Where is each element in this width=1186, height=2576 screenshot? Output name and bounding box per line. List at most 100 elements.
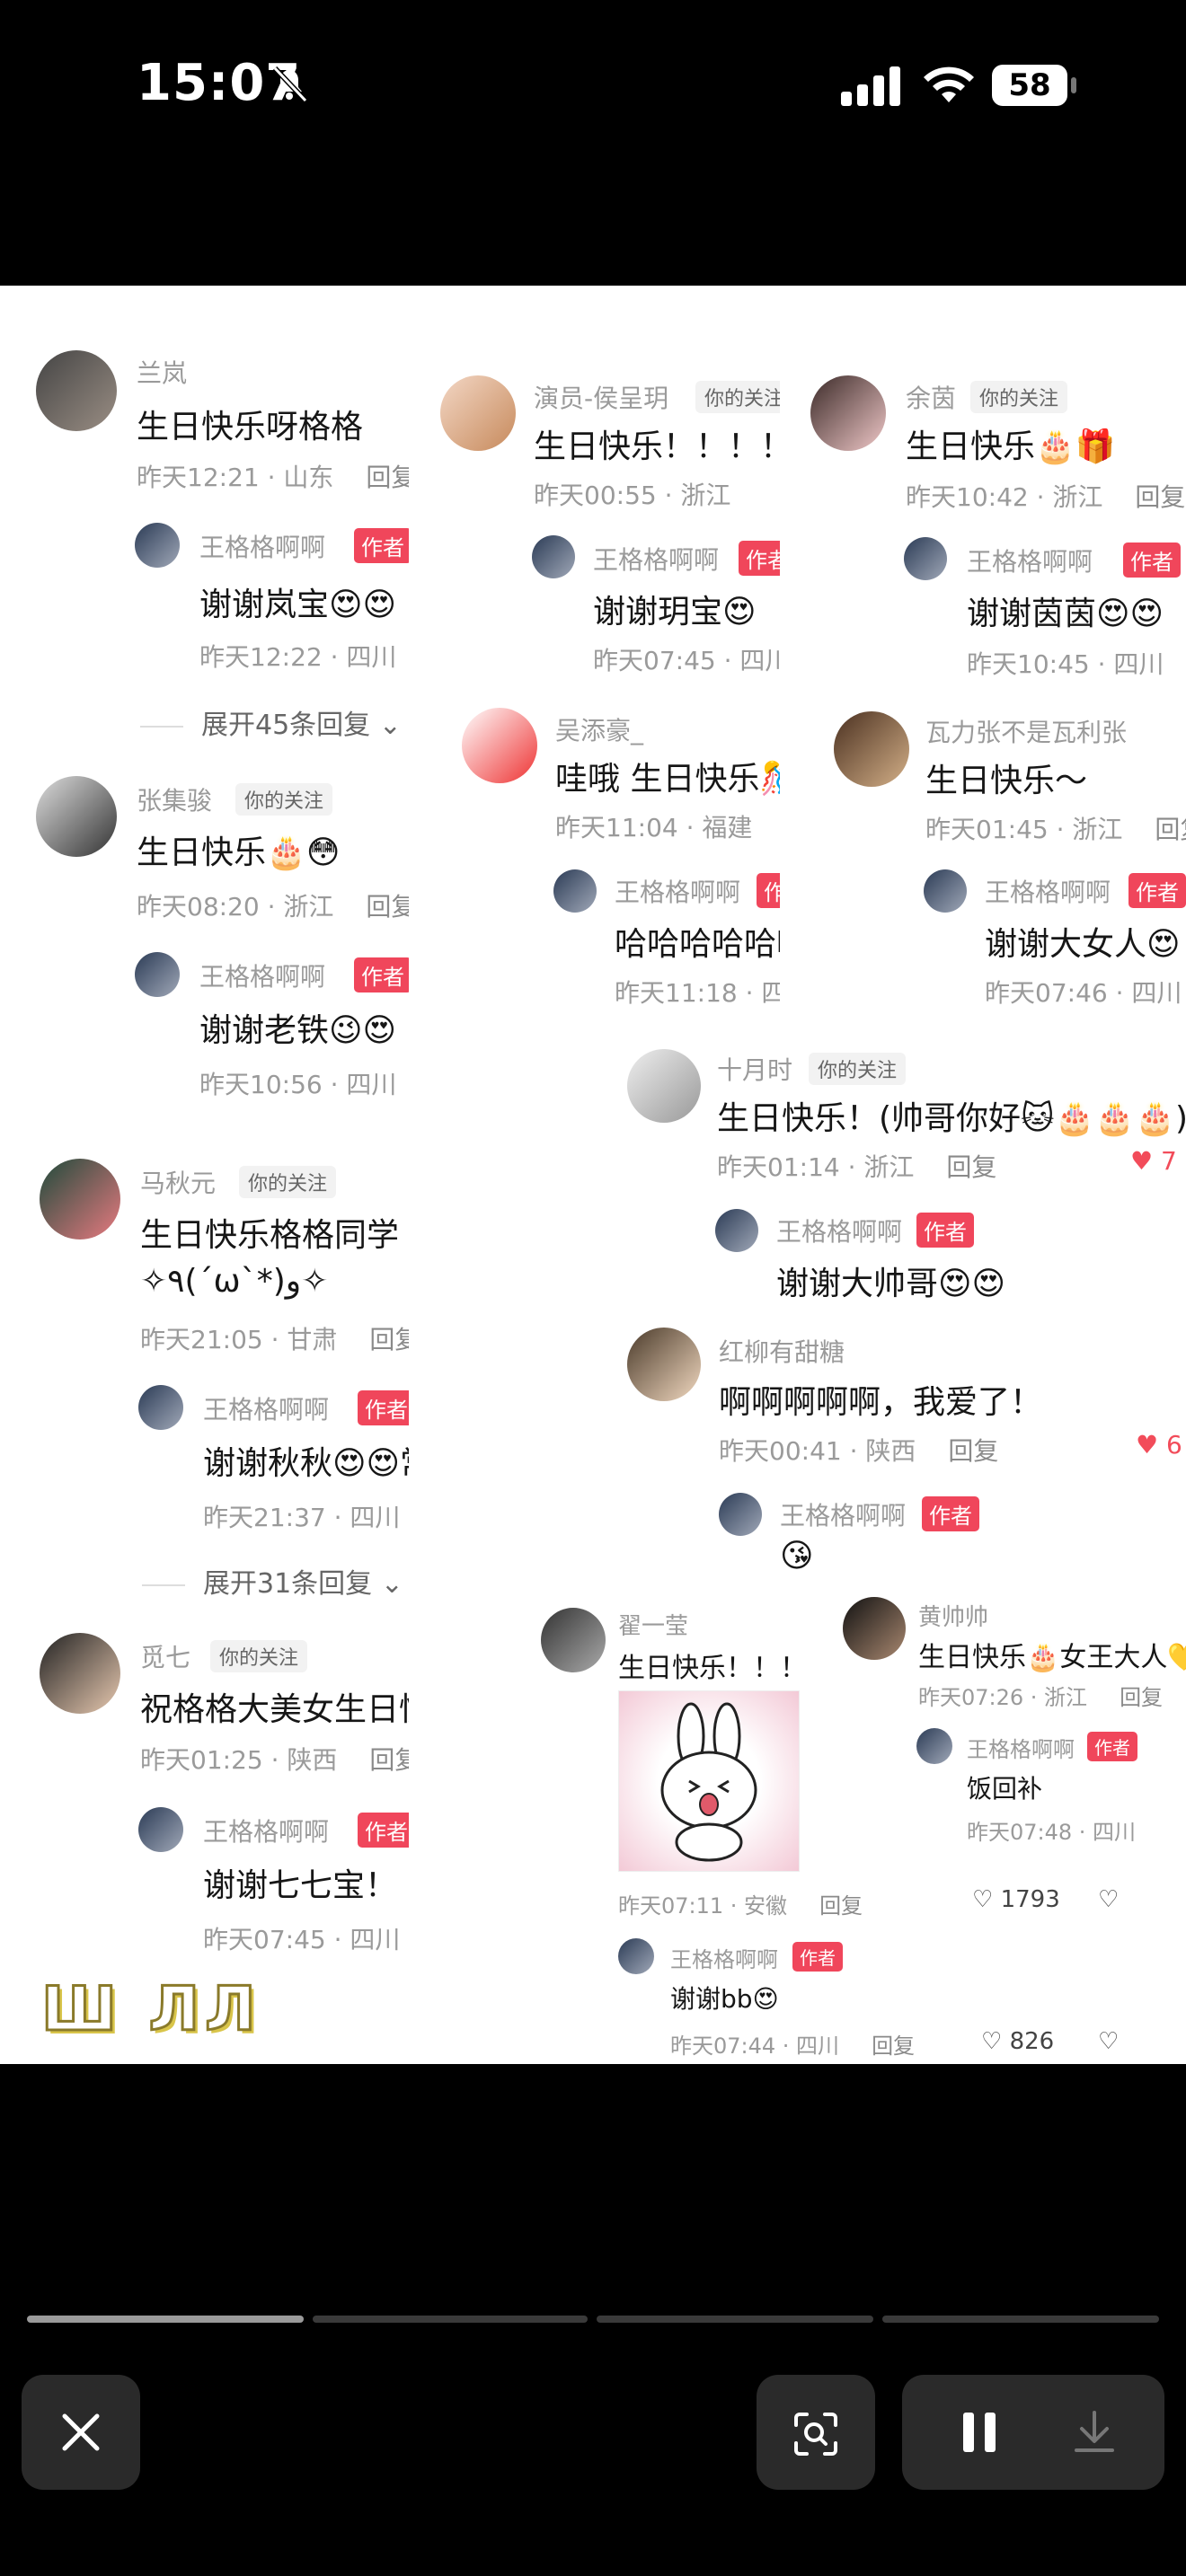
like-count[interactable]: ♥ 7 <box>1130 1146 1177 1176</box>
avatar <box>627 1328 701 1401</box>
close-icon <box>62 2413 100 2451</box>
reply-meta: 昨天07:46 · 四川 <box>985 978 1182 1008</box>
avatar <box>924 869 967 913</box>
dislike-icon[interactable]: ♡ <box>1098 2028 1119 2055</box>
commenter-name: 张集骏 <box>137 786 213 816</box>
author-badge: 作者 <box>354 528 409 563</box>
avatar <box>36 350 117 431</box>
avatar <box>36 776 117 857</box>
comment-meta: 昨天12:21 · 山东 回复 <box>137 463 409 492</box>
expand-replies-link[interactable]: 展开31条回复 ⌄ <box>142 1561 403 1601</box>
comment-meta: 昨天08:20 · 浙江 回复 <box>137 892 409 922</box>
like-count[interactable]: ♥ 6 <box>1136 1430 1182 1460</box>
avatar <box>810 375 886 451</box>
reply-text: 谢谢大帅哥😍😍 <box>776 1266 1006 1302</box>
comment-text: 生日快乐🎂女王大人💛 <box>918 1642 1186 1673</box>
reply-text: 谢谢七七宝！ 😍😍 <box>203 1867 409 1904</box>
pause-button[interactable] <box>960 2411 999 2454</box>
comment-meta: 昨天11:04 · 福建 <box>555 813 753 842</box>
avatar <box>135 523 180 568</box>
reply-meta: 昨天11:18 · 四川 <box>615 978 780 1008</box>
avatar <box>40 1159 120 1239</box>
scan-search-icon <box>794 2413 837 2456</box>
reply-text: 谢谢bb😍 <box>670 1984 779 2014</box>
comment-text: 生日快乐～ <box>925 763 1088 799</box>
comment-meta: 昨天00:41 · 陕西 回复 <box>719 1436 999 1466</box>
commenter-name: 瓦力张不是瓦利张 <box>925 718 1128 747</box>
silent-mode-icon <box>272 66 308 103</box>
reply-author-name: 王格格啊啊 <box>593 545 720 575</box>
commenter-name: 觅七 <box>140 1643 191 1672</box>
author-badge: 作者 <box>358 1390 409 1425</box>
author-badge: 作者 <box>757 873 780 908</box>
author-badge: 作者 <box>1087 1732 1137 1761</box>
reply-text: 哈哈哈哈哈哈 <box>615 926 780 963</box>
avatar <box>135 952 180 997</box>
battery-level: 58 <box>992 65 1067 106</box>
comment-text: 生日快乐🎂🎁 <box>906 428 1116 465</box>
comment-text: 生日快乐格格同学 越来越好🎂 <box>140 1217 409 1254</box>
reply-meta: 昨天07:45 · 四川 <box>593 646 780 675</box>
avatar <box>541 1608 606 1672</box>
comment-meta: 昨天01:25 · 陕西 回复 <box>140 1745 409 1775</box>
like-button[interactable]: ♡ 826 <box>981 2028 1054 2055</box>
author-badge: 作者 <box>739 541 780 576</box>
follow-tag: 你的关注 <box>210 1640 308 1672</box>
comment-meta: 昨天07:26 · 浙江 回复 <box>918 1685 1164 1710</box>
story-progress-segment-3 <box>597 2316 873 2323</box>
playback-controls <box>902 2375 1164 2490</box>
author-badge: 作者 <box>354 957 409 992</box>
comment-column-middle: 演员-侯呈玥 你的关注 生日快乐！！！！ 昨天00:55 · 浙江 王格格啊啊 … <box>431 286 780 1040</box>
comment-column-left: 兰岚 生日快乐呀格格 昨天12:21 · 山东 回复 王格格啊啊 作者 谢谢岚宝😍… <box>0 286 409 2064</box>
reply-text: 谢谢秋秋😍😍常见❤️ <box>203 1445 409 1482</box>
commenter-name: 红柳有甜糖 <box>719 1337 845 1367</box>
reply-author-name: 王格格啊啊 <box>203 1817 330 1847</box>
author-badge: 作者 <box>1123 543 1181 578</box>
commenter-name: 余茵 <box>906 384 957 413</box>
avatar <box>138 1385 183 1430</box>
close-button[interactable] <box>22 2375 140 2490</box>
reply-author-name: 王格格啊啊 <box>199 533 326 562</box>
comment-meta: 昨天01:45 · 浙江回复 <box>925 815 1186 844</box>
reply-text: 谢谢茵茵😍😍 <box>967 595 1164 632</box>
avatar <box>40 1633 120 1714</box>
rabbit-sticker-image <box>618 1690 800 1872</box>
battery-icon: 58 <box>992 65 1078 106</box>
reply-author-name: 王格格啊啊 <box>670 1947 778 1972</box>
avatar <box>843 1597 906 1660</box>
comment-meta: 昨天07:11 · 安徽 回复 <box>618 1893 863 1919</box>
reply-author-name: 王格格啊啊 <box>199 962 326 992</box>
reply-author-name: 王格格啊啊 <box>967 1737 1075 1762</box>
commenter-name: 演员-侯呈玥 <box>534 384 669 413</box>
author-badge: 作者 <box>916 1213 974 1248</box>
avatar <box>553 869 597 913</box>
dislike-icon[interactable]: ♡ <box>1098 1886 1119 1913</box>
follow-tag: 你的关注 <box>239 1166 337 1198</box>
commenter-name: 十月时 <box>717 1055 793 1085</box>
comment-text: 生日快乐！！！ <box>618 1653 807 1684</box>
sticker-overlay-text: Ш ЛЛ <box>40 1973 261 2047</box>
avatar <box>618 1938 654 1974</box>
follow-tag: 你的关注 <box>695 381 780 413</box>
story-progress-segment-4 <box>882 2316 1159 2323</box>
expand-replies-link[interactable]: 展开45条回复 ⌄ <box>140 702 402 742</box>
comments-screenshot-image: 兰岚 生日快乐呀格格 昨天12:21 · 山东 回复 王格格啊啊 作者 谢谢岚宝😍… <box>0 286 1186 2064</box>
comment-block-lower: 翟一莹 生日快乐！！！ 昨天07:11 · 安徽 回复 ♡ 1793 ♡ 王格格啊… <box>530 1579 1186 2064</box>
wifi-icon <box>924 66 974 102</box>
author-badge: 作者 <box>922 1496 979 1531</box>
avatar <box>462 708 537 783</box>
avatar <box>916 1728 952 1764</box>
comment-text: 啊啊啊啊啊，我爱了！ <box>719 1384 1043 1421</box>
author-badge: 作者 <box>358 1813 409 1848</box>
reply-meta: 昨天10:45 · 四川 <box>967 649 1164 679</box>
comment-text: 生日快乐！(帅哥你好🐱🎂🎂🎂) <box>717 1100 1186 1137</box>
visual-search-button[interactable] <box>757 2375 875 2490</box>
reply-meta: 昨天12:22 · 四川 <box>199 642 397 672</box>
commenter-name: 马秋元 <box>140 1169 217 1198</box>
comment-text: 生日快乐呀格格 <box>137 409 364 446</box>
avatar <box>532 535 575 578</box>
avatar <box>627 1049 701 1123</box>
reply-text: 谢谢老铁😉😍 <box>199 1012 397 1049</box>
download-icon[interactable] <box>1071 2409 1118 2456</box>
like-button[interactable]: ♡ 1793 <box>972 1886 1060 1913</box>
